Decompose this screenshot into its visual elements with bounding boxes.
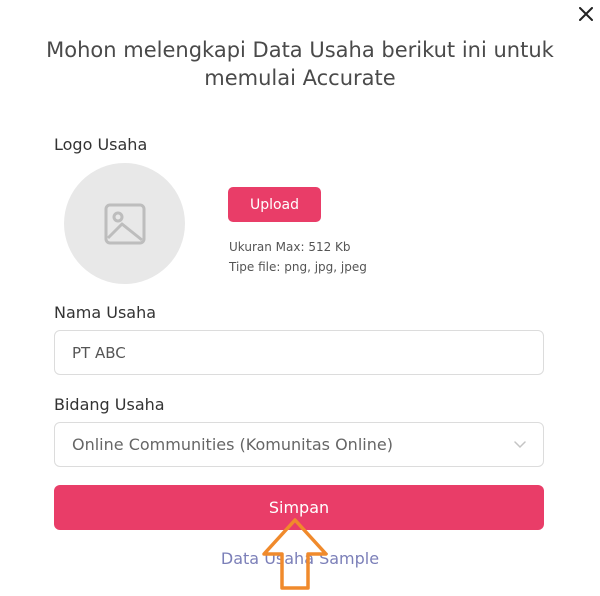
- up-arrow-icon: [262, 518, 328, 590]
- bidang-usaha-selected-value: Online Communities (Komunitas Online): [72, 435, 393, 454]
- logo-usaha-label: Logo Usaha: [54, 135, 148, 154]
- business-data-dialog: Mohon melengkapi Data Usaha berikut ini …: [0, 0, 600, 596]
- image-icon: [104, 203, 145, 244]
- logo-placeholder: [64, 163, 185, 284]
- bidang-usaha-select[interactable]: Online Communities (Komunitas Online): [54, 422, 544, 467]
- file-type-hint: Tipe file: png, jpg, jpeg: [229, 260, 367, 274]
- nama-usaha-label: Nama Usaha: [54, 303, 157, 322]
- max-size-hint: Ukuran Max: 512 Kb: [229, 240, 351, 254]
- close-icon: [579, 7, 593, 21]
- dialog-title: Mohon melengkapi Data Usaha berikut ini …: [46, 38, 554, 90]
- close-button[interactable]: [572, 0, 600, 28]
- bidang-usaha-label: Bidang Usaha: [54, 395, 165, 414]
- chevron-down-icon: [514, 440, 526, 448]
- upload-button[interactable]: Upload: [228, 187, 321, 222]
- nama-usaha-input[interactable]: [54, 330, 544, 375]
